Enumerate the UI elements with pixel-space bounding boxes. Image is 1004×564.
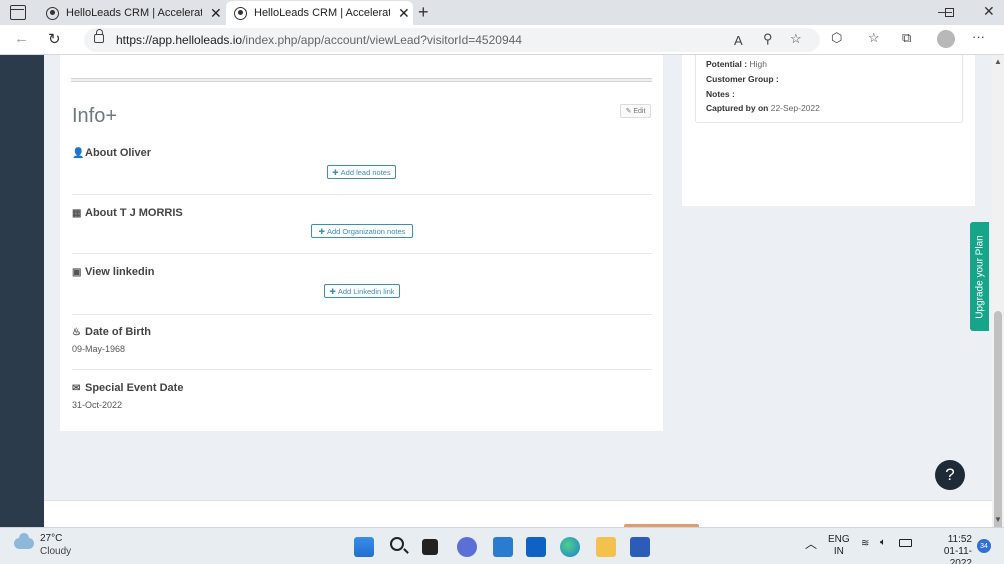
extensions-icon[interactable]: ⬡ <box>831 30 842 46</box>
upgrade-plan-button[interactable]: Upgrade your Plan <box>970 222 989 331</box>
tab-title: HelloLeads CRM | Accelerate You <box>66 7 202 19</box>
browser-tab-strip: HelloLeads CRM | Accelerate You ✕ HelloL… <box>0 0 1004 25</box>
about-lead-section: 👤 About Oliver ✚ Add lead notes <box>72 147 652 195</box>
wifi-icon[interactable]: ≋ <box>861 538 869 550</box>
file-explorer-icon[interactable] <box>596 537 616 557</box>
clock[interactable]: 11:52 01-11-2022 <box>924 534 972 564</box>
browser-tab-2-active[interactable]: HelloLeads CRM | Accelerate You ✕ <box>226 1 413 25</box>
collections-icon[interactable]: ⧉ <box>902 30 911 46</box>
potential-row: Potential : High <box>706 59 767 69</box>
section-title: About Oliver <box>85 147 152 159</box>
settings-app-icon[interactable] <box>493 537 513 557</box>
add-lead-notes-button[interactable]: ✚ Add lead notes <box>327 165 396 179</box>
date-of-birth-section: ♨ Date of Birth 09-May-1968 <box>72 326 652 370</box>
section-title: Special Event Date <box>85 382 184 394</box>
close-icon[interactable]: ✕ <box>398 5 410 22</box>
new-tab-icon[interactable]: + <box>418 2 429 23</box>
lead-details-card: Potential : High Customer Group : Notes … <box>682 55 975 206</box>
url-text[interactable]: https://app.helloleads.io/index.php/app/… <box>116 33 522 47</box>
teams-chat-icon[interactable] <box>457 537 477 557</box>
close-icon[interactable]: ✕ <box>210 5 222 22</box>
more-options-icon[interactable]: ··· <box>972 29 985 44</box>
add-linkedin-link-button[interactable]: ✚ Add Linkedin link <box>324 284 400 298</box>
edit-button[interactable]: ✎ Edit <box>620 104 651 118</box>
language-indicator[interactable]: ENG IN <box>828 534 850 558</box>
word-icon[interactable] <box>630 537 650 557</box>
tab-actions-icon[interactable] <box>10 5 26 20</box>
cloud-icon[interactable] <box>14 533 34 549</box>
section-title: About T J MORRIS <box>85 207 183 219</box>
battery-icon[interactable] <box>899 539 912 547</box>
help-button[interactable]: ? <box>935 460 965 490</box>
linkedin-icon: ▣ <box>72 266 82 278</box>
date-of-birth-value: 09-May-1968 <box>72 344 126 354</box>
building-icon: ▦ <box>72 207 82 219</box>
windows-start-icon[interactable] <box>354 537 374 557</box>
address-bar[interactable]: https://app.helloleads.io/index.php/app/… <box>84 28 820 52</box>
profile-avatar[interactable] <box>937 30 955 48</box>
lead-details-box: Potential : High Customer Group : Notes … <box>695 55 963 123</box>
windows-taskbar: 27°C Cloudy ︿ ENG IN ≋ 🔈︎ 11:52 01-11-2022… <box>0 527 1004 564</box>
divider <box>72 194 652 195</box>
section-divider <box>71 78 652 82</box>
favorites-icon[interactable]: ☆ <box>868 30 880 46</box>
about-organization-section: ▦ About T J MORRIS ✚ Add Organization not… <box>72 207 652 254</box>
helloleads-favicon-icon <box>46 6 59 20</box>
search-icon[interactable] <box>390 537 404 551</box>
linkedin-section: ▣ View linkedin ✚ Add Linkedin link <box>72 266 652 315</box>
window-close-icon[interactable]: ✕ <box>983 3 995 20</box>
section-title: Date of Birth <box>85 326 151 338</box>
divider <box>72 253 652 254</box>
customer-group-row: Customer Group : <box>706 74 779 84</box>
browser-tab-1[interactable]: HelloLeads CRM | Accelerate You ✕ <box>38 1 223 25</box>
page-footer <box>44 500 992 528</box>
special-event-date-value: 31-Oct-2022 <box>72 400 123 410</box>
gift-icon: ✉ <box>72 382 81 394</box>
task-view-icon[interactable] <box>422 539 438 555</box>
volume-icon[interactable]: 🔈︎ <box>880 537 886 549</box>
weather-description[interactable]: Cloudy <box>40 546 71 557</box>
read-aloud-icon[interactable]: A <box>734 33 743 48</box>
add-organization-notes-button[interactable]: ✚ Add Organization notes <box>311 224 413 238</box>
tab-title: HelloLeads CRM | Accelerate You <box>254 7 390 19</box>
scroll-down-icon[interactable]: ▼ <box>994 515 1002 524</box>
zoom-icon[interactable]: ⚲ <box>763 31 773 47</box>
add-favorite-icon[interactable]: ☆ <box>790 31 802 47</box>
divider <box>72 314 652 315</box>
notes-row: Notes : <box>706 89 735 99</box>
info-plus-panel: Info+ ✎ Edit 👤 About Oliver ✚ Add lead no… <box>60 55 663 431</box>
edge-browser-icon[interactable] <box>560 537 580 557</box>
special-event-section: ✉ Special Event Date 31-Oct-2022 <box>72 382 652 410</box>
lock-icon <box>94 29 104 43</box>
user-icon: 👤 <box>72 147 85 159</box>
chevron-up-icon[interactable]: ︿ <box>805 538 817 550</box>
page-scrollbar[interactable]: ▲ ▼ <box>992 55 1004 551</box>
panel-title: Info+ <box>72 105 118 127</box>
maximize-icon[interactable] <box>945 8 954 17</box>
weather-temperature[interactable]: 27°C <box>40 533 62 544</box>
divider <box>72 369 652 370</box>
notification-badge[interactable]: 34 <box>977 539 991 553</box>
back-arrow-icon[interactable]: ← <box>14 30 29 47</box>
helloleads-favicon-icon <box>234 6 247 20</box>
scroll-up-icon[interactable]: ▲ <box>994 57 1002 66</box>
browser-toolbar: ← ↻ https://app.helloleads.io/index.php/… <box>0 25 1004 55</box>
app-sidebar <box>0 55 44 527</box>
outlook-icon[interactable] <box>526 537 546 557</box>
section-title: View linkedin <box>85 266 155 278</box>
refresh-icon[interactable]: ↻ <box>48 30 61 48</box>
captured-row: Captured by on 22-Sep-2022 <box>706 103 820 113</box>
birthday-cake-icon: ♨ <box>72 326 81 338</box>
